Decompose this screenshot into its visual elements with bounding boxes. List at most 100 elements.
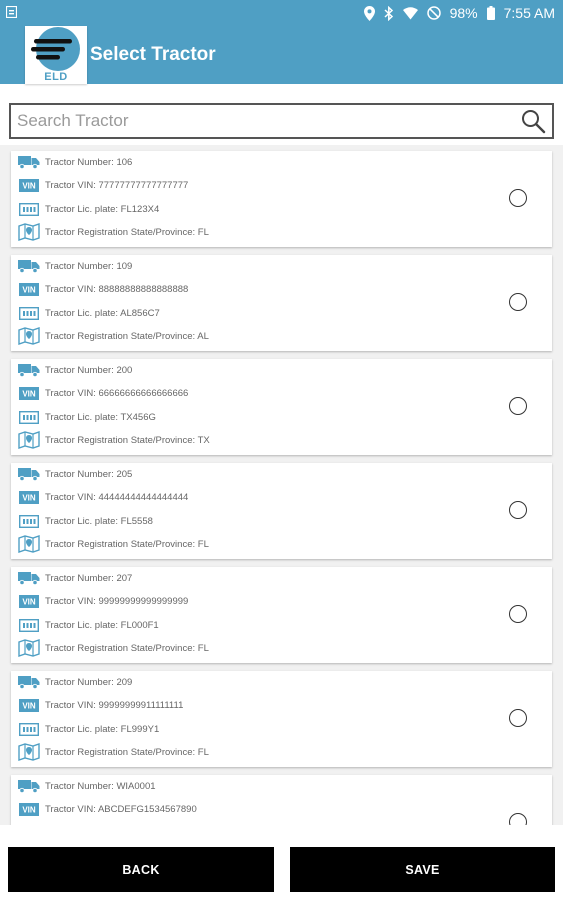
tractor-number-row: Tractor Number: 207 (17, 568, 132, 588)
tractor-state: Tractor Registration State/Province: FL (45, 538, 209, 550)
tractor-plate: Tractor Lic. plate: FL5558 (45, 515, 153, 527)
select-tractor-radio[interactable] (509, 709, 527, 727)
vin-icon: VIN (17, 696, 41, 714)
truck-icon (17, 569, 41, 587)
vin-icon: VIN (17, 384, 41, 402)
svg-text:VIN: VIN (22, 285, 36, 294)
tractor-vin: Tractor VIN: 88888888888888888 (45, 283, 189, 295)
tractor-plate-row: Tractor Lic. plate: FL123X4 (17, 199, 159, 219)
select-tractor-radio[interactable] (509, 189, 527, 207)
battery-percent: 98% (449, 5, 478, 21)
tractor-state: Tractor Registration State/Province: AL (45, 330, 209, 342)
tractor-list[interactable]: Tractor Number: 106 VIN Tractor VIN: 77777… (0, 145, 563, 825)
map-icon (17, 327, 41, 345)
map-icon (17, 639, 41, 657)
license-plate-icon (17, 720, 41, 738)
tractor-plate-row: Tractor Lic. plate: AL856C7 (17, 303, 160, 323)
tractor-card[interactable]: Tractor Number: 205 VIN Tractor VIN: 44444… (11, 463, 552, 559)
tractor-card[interactable]: Tractor Number: WIA0001 VIN Tractor VIN: A… (11, 775, 552, 825)
search-input[interactable] (11, 105, 520, 137)
tractor-plate: Tractor Lic. plate: TX456G (45, 411, 156, 423)
wifi-icon (402, 6, 418, 20)
tractor-number-row: Tractor Number: 205 (17, 464, 132, 484)
tractor-state: Tractor Registration State/Province: TX (45, 434, 210, 446)
tractor-card[interactable]: Tractor Number: 106 VIN Tractor VIN: 77777… (11, 151, 552, 247)
tractor-state: Tractor Registration State/Province: FL (45, 746, 209, 758)
truck-icon (17, 777, 41, 795)
tractor-plate-row: Tractor Lic. plate: FL000F1 (17, 615, 159, 635)
svg-text:VIN: VIN (22, 389, 36, 398)
tractor-number-row: Tractor Number: 106 (17, 152, 132, 172)
tractor-state: Tractor Registration State/Province: FL (45, 642, 209, 654)
search-icon[interactable] (520, 108, 546, 134)
tractor-plate-row: Tractor Lic. plate: TX456G (17, 407, 156, 427)
vin-icon: VIN (17, 488, 41, 506)
map-icon (17, 431, 41, 449)
select-tractor-radio[interactable] (509, 605, 527, 623)
tractor-state-row: Tractor Registration State/Province: FL (17, 222, 209, 242)
clock: 7:55 AM (503, 5, 555, 21)
license-plate-icon (17, 408, 41, 426)
tractor-vin: Tractor VIN: 66666666666666666 (45, 387, 189, 399)
select-tractor-radio[interactable] (509, 397, 527, 415)
tractor-plate: Tractor Lic. plate: FL999Y1 (45, 723, 160, 735)
tractor-state-row: Tractor Registration State/Province: FL (17, 638, 209, 658)
location-icon (363, 5, 375, 21)
tractor-vin-row: VIN Tractor VIN: 66666666666666666 (17, 383, 188, 403)
notification-icon (5, 5, 18, 21)
select-tractor-radio[interactable] (509, 501, 527, 519)
tractor-number: Tractor Number: 207 (45, 572, 133, 584)
tractor-number-row: Tractor Number: 200 (17, 360, 132, 380)
map-icon (17, 535, 41, 553)
tractor-card[interactable]: Tractor Number: 109 VIN Tractor VIN: 88888… (11, 255, 552, 351)
tractor-vin: Tractor VIN: 77777777777777777 (45, 179, 189, 191)
tractor-number: Tractor Number: 209 (45, 676, 133, 688)
tractor-number: Tractor Number: 109 (45, 260, 133, 272)
save-button[interactable]: SAVE (290, 847, 555, 892)
tractor-state: Tractor Registration State/Province: FL (45, 226, 209, 238)
tractor-number: Tractor Number: 200 (45, 364, 133, 376)
page-title: Select Tractor (90, 44, 216, 65)
select-tractor-radio[interactable] (509, 813, 527, 825)
tractor-plate: Tractor Lic. plate: FL000F1 (45, 619, 159, 631)
license-plate-icon (17, 616, 41, 634)
back-button[interactable]: BACK (8, 847, 274, 892)
tractor-plate-row: Tractor Lic. plate: FL5558 (17, 511, 153, 531)
vin-icon: VIN (17, 800, 41, 818)
vin-icon: VIN (17, 592, 41, 610)
svg-text:VIN: VIN (22, 493, 36, 502)
tractor-state-row: Tractor Registration State/Province: AL (17, 326, 209, 346)
tractor-number-row: Tractor Number: WIA0001 (17, 776, 156, 796)
license-plate-icon (17, 304, 41, 322)
tractor-plate: Tractor Lic. plate: AL856C7 (45, 307, 160, 319)
bluetooth-icon (384, 5, 394, 21)
tractor-vin-row: VIN Tractor VIN: 99999999911111111 (17, 695, 183, 715)
bottom-bar: BACK SAVE (0, 825, 563, 900)
map-icon (17, 223, 41, 241)
status-bar: 98% 7:55 AM (0, 0, 563, 26)
truck-icon (17, 361, 41, 379)
svg-text:VIN: VIN (22, 701, 36, 710)
tractor-vin: Tractor VIN: 99999999999999999 (45, 595, 189, 607)
svg-text:VIN: VIN (22, 181, 36, 190)
tractor-vin-row: VIN Tractor VIN: ABCDEFG1534567890 (17, 799, 197, 819)
vin-icon: VIN (17, 280, 41, 298)
search-box (9, 103, 554, 139)
license-plate-icon (17, 512, 41, 530)
tractor-number: Tractor Number: 205 (45, 468, 133, 480)
tractor-card[interactable]: Tractor Number: 209 VIN Tractor VIN: 99999… (11, 671, 552, 767)
tractor-number: Tractor Number: WIA0001 (45, 780, 156, 792)
tractor-vin-row: VIN Tractor VIN: 99999999999999999 (17, 591, 188, 611)
battery-icon (486, 6, 495, 20)
select-tractor-radio[interactable] (509, 293, 527, 311)
tractor-vin: Tractor VIN: ABCDEFG1534567890 (45, 803, 197, 815)
do-not-disturb-icon (426, 6, 441, 20)
tractor-plate-row: Tractor Lic. plate: FL999Y1 (17, 719, 159, 739)
truck-icon (17, 465, 41, 483)
tractor-state-row: Tractor Registration State/Province: FL (17, 534, 209, 554)
tractor-card[interactable]: Tractor Number: 200 VIN Tractor VIN: 66666… (11, 359, 552, 455)
tractor-vin-row: VIN Tractor VIN: 88888888888888888 (17, 279, 188, 299)
tractor-card[interactable]: Tractor Number: 207 VIN Tractor VIN: 99999… (11, 567, 552, 663)
tractor-state-row: Tractor Registration State/Province: FL (17, 742, 209, 762)
truck-icon (17, 673, 41, 691)
